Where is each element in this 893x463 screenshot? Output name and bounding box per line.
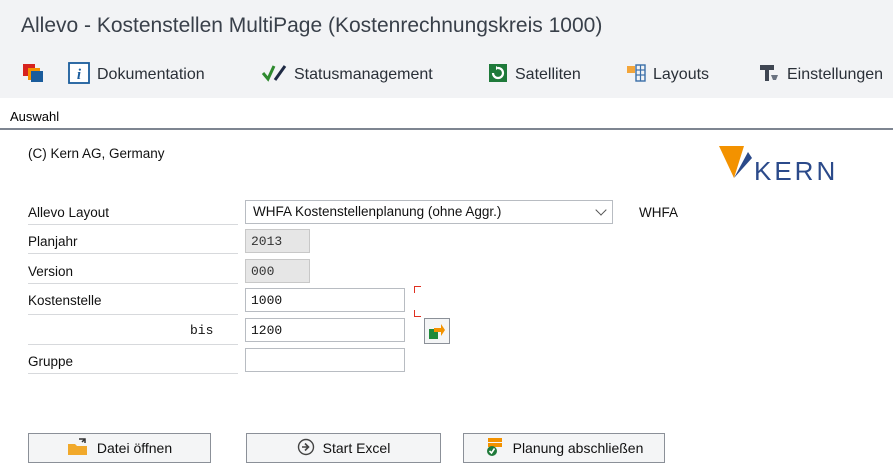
close-planning-label: Planung abschließen	[512, 440, 644, 456]
execute-icon	[297, 438, 315, 459]
multiple-selection-icon	[428, 322, 446, 345]
cost-center-from-input[interactable]: 1000	[245, 288, 405, 312]
info-icon: i	[68, 61, 90, 89]
chevron-down-icon	[595, 204, 607, 216]
documentation-button[interactable]: i Dokumentation	[68, 61, 205, 89]
wrench-icon	[758, 63, 780, 88]
status-management-button[interactable]: Statusmanagement	[261, 64, 433, 86]
layout-select[interactable]: WHFA Kostenstellenplanung (ohne Aggr.)	[245, 200, 613, 224]
start-excel-label: Start Excel	[322, 440, 391, 456]
row-divider	[28, 253, 238, 254]
satellites-button[interactable]: Satelliten	[488, 63, 581, 88]
layout-grid-icon	[626, 63, 646, 87]
start-excel-button[interactable]: Start Excel	[246, 433, 441, 463]
folder-open-icon	[67, 437, 89, 459]
row-divider	[28, 344, 238, 345]
to-label: bis	[190, 323, 214, 338]
layout-code: WHFA	[639, 205, 678, 220]
copyright-text: (C) Kern AG, Germany	[28, 146, 165, 161]
tab-strip: Auswahl	[0, 106, 893, 130]
status-management-label: Statusmanagement	[294, 66, 433, 83]
group-input[interactable]	[245, 348, 405, 372]
cost-center-to-input[interactable]: 1200	[245, 318, 405, 342]
multiple-selection-button[interactable]	[424, 318, 450, 344]
tab-auswahl[interactable]: Auswahl	[10, 109, 59, 124]
check-pen-icon	[261, 63, 287, 88]
row-divider	[28, 224, 238, 225]
open-file-button[interactable]: Datei öffnen	[28, 433, 211, 463]
close-planning-icon	[485, 437, 505, 460]
satellites-label: Satelliten	[515, 66, 581, 83]
layout-select-value: WHFA Kostenstellenplanung (ohne Aggr.)	[253, 204, 502, 219]
settings-label: Einstellungen	[787, 66, 884, 83]
row-divider	[28, 314, 238, 315]
year-field: 2013	[245, 229, 310, 253]
row-divider	[28, 283, 238, 284]
settings-button[interactable]: Einstellungen	[758, 64, 883, 86]
multi-window-icon	[22, 63, 44, 88]
toolbar: i Dokumentation Statusmanagement Satelli…	[0, 52, 893, 98]
open-file-label: Datei öffnen	[96, 440, 173, 456]
year-label: Planjahr	[28, 234, 78, 249]
range-bracket-bottom	[414, 310, 421, 317]
close-planning-button[interactable]: Planung abschließen	[463, 433, 665, 463]
title-bar: Allevo - Kostenstellen MultiPage (Kosten…	[0, 0, 893, 52]
layouts-button[interactable]: Layouts	[626, 63, 710, 87]
kern-logo: KERN	[718, 144, 868, 188]
svg-text:KERN: KERN	[754, 156, 838, 186]
layout-label: Allevo Layout	[28, 205, 110, 220]
group-label: Gruppe	[28, 354, 74, 369]
version-field: 000	[245, 259, 310, 283]
cost-center-label: Kostenstelle	[28, 293, 102, 308]
window-title: Allevo - Kostenstellen MultiPage (Kosten…	[21, 14, 603, 37]
satellite-icon	[488, 63, 508, 88]
range-bracket-top	[414, 286, 421, 293]
multi-window-button[interactable]	[22, 63, 51, 88]
row-divider	[28, 373, 238, 374]
documentation-label: Dokumentation	[97, 66, 205, 83]
version-label: Version	[28, 264, 74, 279]
layouts-label: Layouts	[653, 66, 710, 83]
